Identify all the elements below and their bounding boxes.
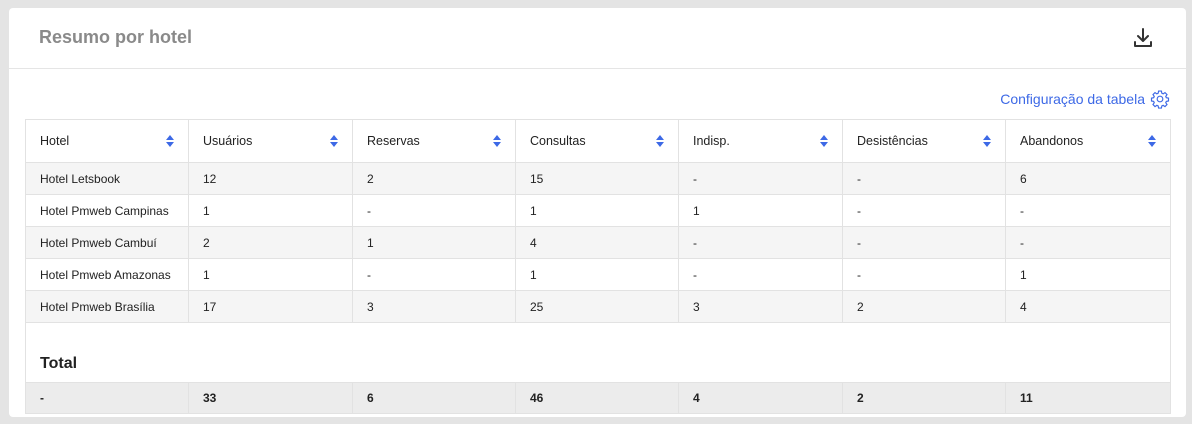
card-title: Resumo por hotel (39, 27, 193, 47)
table-cell: 1 (188, 258, 353, 291)
sort-icon[interactable] (656, 135, 664, 147)
column-header-label: Usuários (203, 134, 253, 148)
gear-icon (1150, 90, 1170, 109)
table-cell: - (1005, 226, 1171, 259)
table-cell: 4 (515, 226, 679, 259)
column-header[interactable]: Usuários (188, 119, 353, 163)
download-icon (1134, 28, 1152, 47)
column-header[interactable]: Desistências (842, 119, 1006, 163)
table-cell: 15 (515, 162, 679, 195)
table-cell: 1 (1005, 258, 1171, 291)
column-header[interactable]: Reservas (352, 119, 516, 163)
column-header-label: Hotel (40, 134, 70, 148)
hotel-name-cell: Hotel Pmweb Brasília (25, 290, 189, 323)
column-header-label: Abandonos (1020, 134, 1084, 148)
total-label-row: Total (25, 322, 1171, 383)
column-header[interactable]: Abandonos (1005, 119, 1171, 163)
total-cell: 4 (678, 382, 843, 414)
column-header[interactable]: Indisp. (678, 119, 843, 163)
column-header-label: Indisp. (693, 134, 730, 148)
table-cell: - (842, 162, 1006, 195)
column-header-label: Consultas (530, 134, 586, 148)
column-header[interactable]: Consultas (515, 119, 679, 163)
total-cell: 6 (352, 382, 516, 414)
table-cell: - (678, 162, 843, 195)
column-header[interactable]: Hotel (25, 119, 189, 163)
hotel-name-cell: Hotel Letsbook (25, 162, 189, 195)
total-cell: 11 (1005, 382, 1171, 414)
total-cell: 33 (188, 382, 353, 414)
table-cell: 1 (678, 194, 843, 227)
table-row: Hotel Pmweb Brasília 17 3 25 3 2 4 (25, 290, 1171, 323)
total-cell: 2 (842, 382, 1006, 414)
hotel-name-cell: Hotel Pmweb Cambuí (25, 226, 189, 259)
column-header-label: Desistências (857, 134, 928, 148)
table-cell: - (352, 258, 516, 291)
table-row: Hotel Pmweb Campinas 1-1 1- - (25, 194, 1171, 227)
sort-icon[interactable] (983, 135, 991, 147)
table-cell: - (678, 258, 843, 291)
table-cell: 2 (188, 226, 353, 259)
table-cell: 1 (188, 194, 353, 227)
table-row: Hotel Pmweb Cambuí 2 1 4- - - (25, 226, 1171, 259)
total-heading: Total (25, 322, 1171, 383)
table-config-label: Configuração da tabela (1000, 91, 1145, 107)
table-row: Hotel Letsbook 12 2 15- -6 (25, 162, 1171, 195)
hotel-summary-table: Hotel Usuários Reservas Consultas Indisp. Des… (25, 119, 1171, 414)
table-cell: 1 (515, 258, 679, 291)
total-row: -33 6 46 4 2 11 (25, 382, 1171, 414)
table-cell: 25 (515, 290, 679, 323)
total-cell: 46 (515, 382, 679, 414)
table-cell: 6 (1005, 162, 1171, 195)
table-cell: 17 (188, 290, 353, 323)
table-cell: - (352, 194, 516, 227)
sort-icon[interactable] (166, 135, 174, 147)
sort-icon[interactable] (493, 135, 501, 147)
table-cell: 2 (842, 290, 1006, 323)
hotel-name-cell: Hotel Pmweb Amazonas (25, 258, 189, 291)
column-header-label: Reservas (367, 134, 420, 148)
table-cell: - (842, 258, 1006, 291)
card-header: Resumo por hotel (9, 8, 1186, 69)
table-cell: - (1005, 194, 1171, 227)
table-cell: 3 (352, 290, 516, 323)
table-cell: - (678, 226, 843, 259)
table-header-row: Hotel Usuários Reservas Consultas Indisp. Des… (25, 119, 1171, 163)
hotel-summary-card: Resumo por hotel Configuração da tabela … (9, 8, 1186, 417)
table-cell: - (842, 226, 1006, 259)
table-config-link[interactable]: Configuração da tabela (1000, 88, 1170, 110)
table-cell: - (842, 194, 1006, 227)
table-row: Hotel Pmweb Amazonas 1-1- -1 (25, 258, 1171, 291)
table-cell: 12 (188, 162, 353, 195)
table-cell: 1 (352, 226, 516, 259)
table-cell: 3 (678, 290, 843, 323)
sort-icon[interactable] (1148, 135, 1156, 147)
table-cell: 2 (352, 162, 516, 195)
download-button[interactable] (1131, 26, 1155, 50)
sort-icon[interactable] (330, 135, 338, 147)
sort-icon[interactable] (820, 135, 828, 147)
hotel-name-cell: Hotel Pmweb Campinas (25, 194, 189, 227)
total-cell: - (25, 382, 189, 414)
table-cell: 1 (515, 194, 679, 227)
table-cell: 4 (1005, 290, 1171, 323)
